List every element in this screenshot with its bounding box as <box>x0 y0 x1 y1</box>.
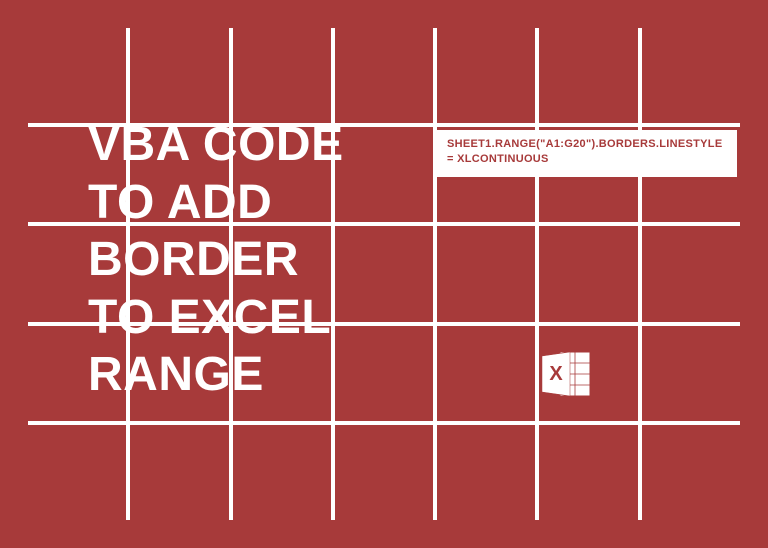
code-line-1: SHEET1.RANGE("A1:G20").BORDERS.LINESTYLE <box>447 137 727 152</box>
title-line-3: BORDER <box>88 231 344 289</box>
code-snippet-box: SHEET1.RANGE("A1:G20").BORDERS.LINESTYLE… <box>437 130 737 177</box>
excel-icon: X <box>538 346 594 402</box>
main-title: VBA CODE TO ADD BORDER TO EXCEL RANGE <box>88 116 344 404</box>
excel-icon-letter: X <box>549 363 563 385</box>
title-line-1: VBA CODE <box>88 116 344 174</box>
title-line-2: TO ADD <box>88 174 344 232</box>
code-line-2: = XLCONTINUOUS <box>447 152 727 167</box>
title-line-4: TO EXCEL <box>88 289 344 347</box>
title-line-5: RANGE <box>88 346 344 404</box>
